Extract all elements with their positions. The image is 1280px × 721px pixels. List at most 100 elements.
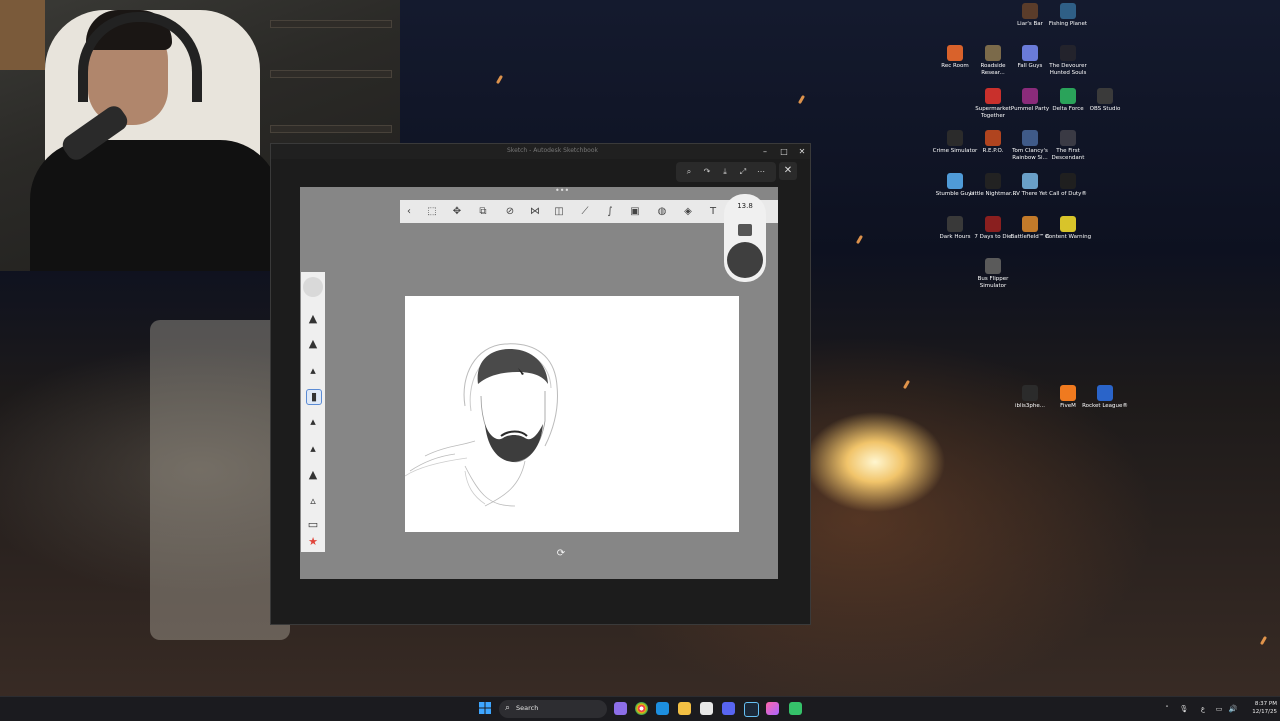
desktop-icon-label: The First Descendant [1051, 148, 1085, 161]
chisel-icon[interactable]: ▲ [306, 468, 320, 482]
airbrush-icon[interactable]: ▮ [306, 389, 322, 405]
network-icon[interactable]: ▭ [1214, 703, 1224, 715]
desktop-icon-label: Rocket League® [1082, 403, 1128, 409]
curve-icon[interactable]: ∫ [603, 205, 617, 219]
clock[interactable]: 8:37 PM 12/17/25 [1243, 700, 1277, 716]
window-titlebar[interactable]: Sketch - Autodesk Sketchbook – □ ✕ [271, 144, 810, 159]
toolbar-handle-icon[interactable]: ‹ [402, 205, 416, 219]
smudge-icon[interactable]: ▭ [306, 518, 320, 532]
wallpaper-vehicle [150, 320, 290, 640]
rec-room-icon [947, 45, 963, 61]
zoom-icon[interactable]: ⌕ [684, 166, 694, 178]
brush-preview-icon[interactable] [738, 224, 752, 236]
edge-icon[interactable] [656, 702, 669, 715]
drawing-canvas[interactable] [404, 296, 739, 532]
eraser-icon[interactable]: ▵ [306, 494, 320, 508]
desktop-icon-label: OBS Studio [1089, 106, 1121, 112]
language-icon[interactable]: ع [1198, 703, 1208, 715]
fall-guys-icon [1022, 45, 1038, 61]
sketchbook-taskbar-icon[interactable] [789, 702, 802, 715]
brush-icon[interactable]: ▴ [306, 364, 320, 378]
rainbow-six-icon [1022, 130, 1038, 146]
minimize-icon[interactable]: – [760, 147, 770, 157]
symmetry-icon[interactable]: ⊘ [503, 205, 517, 219]
more-icon[interactable]: ⋯ [756, 166, 766, 178]
desktop-icon-the-first-descendant[interactable]: The First Descendant [1044, 130, 1092, 162]
color-swatch[interactable] [727, 242, 763, 278]
crop-icon[interactable]: ⧉ [476, 205, 490, 219]
desktop-icon-rocket-league[interactable]: Rocket League® [1081, 385, 1129, 410]
guide-icon[interactable]: ◈ [681, 205, 695, 219]
fishing-planet-icon [1060, 3, 1076, 19]
volume-icon[interactable]: 🔊 [1228, 703, 1238, 715]
brush-puck[interactable]: 13.8 [724, 194, 766, 282]
desktop-icon-label: Content Warning [1044, 234, 1092, 240]
chevron-up-icon[interactable]: ˄ [1163, 703, 1171, 715]
pencil-icon[interactable]: ▲ [306, 312, 320, 326]
taskbar: ⌕ Search ˄ 🎙 ع ▭ 🔊 8:37 PM 12/17/25 [0, 696, 1280, 721]
fivem-icon [1060, 385, 1076, 401]
stumble-guys-icon [947, 173, 963, 189]
desktop-icon-the-devourer[interactable]: The Devourer Hunted Souls [1044, 45, 1092, 77]
image-icon[interactable]: ▣ [628, 205, 642, 219]
copilot-icon[interactable] [614, 702, 627, 715]
repo-icon [985, 130, 1001, 146]
delta-force-icon [1060, 88, 1076, 104]
current-brush-icon[interactable] [303, 277, 323, 297]
streamer-body [30, 140, 280, 271]
perspective-icon[interactable]: ◍ [655, 205, 669, 219]
desktop-icon-bus-flipper[interactable]: Bus Flipper Simulator [969, 258, 1017, 290]
microphone-icon[interactable]: 🎙 [1179, 703, 1189, 715]
wall-frame [0, 0, 45, 70]
desktop-icon-call-of-duty[interactable]: Call of Duty® [1044, 173, 1092, 198]
toolbar-grip-icon[interactable]: ••• [555, 187, 569, 195]
file-explorer-icon[interactable] [678, 702, 691, 715]
ruler-icon[interactable]: ⟋ [578, 205, 592, 219]
iblis3phe-icon [1022, 385, 1038, 401]
ink-icon[interactable]: ▴ [306, 442, 320, 456]
shelf [270, 20, 392, 28]
supermarket-together-icon [985, 88, 1001, 104]
brush-size-value: 13.8 [737, 202, 753, 210]
shelf [270, 125, 392, 133]
download-icon[interactable]: ⤓ [720, 166, 730, 178]
desktop-icon-obs-studio[interactable]: OBS Studio [1081, 88, 1129, 113]
search-placeholder: Search [516, 704, 539, 712]
maximize-icon[interactable]: □ [779, 147, 789, 157]
rv-there-yet-icon [1022, 173, 1038, 189]
steam-icon[interactable] [744, 702, 759, 717]
close-icon[interactable]: ✕ [779, 162, 797, 180]
transform-icon[interactable]: ✥ [450, 205, 464, 219]
desktop-icon-fishing-planet[interactable]: Fishing Planet [1044, 3, 1092, 28]
rocket-league-icon [1097, 385, 1113, 401]
floating-toolbar: ⌕ ↷ ⤓ ⤢ ⋯ [676, 162, 776, 182]
redo-icon[interactable]: ↷ [702, 166, 712, 178]
fullscreen-icon[interactable]: ⤢ [738, 166, 748, 178]
select-icon[interactable]: ⬚ [425, 205, 439, 219]
search-icon: ⌕ [505, 703, 511, 713]
lasso-icon[interactable]: ◫ [552, 205, 566, 219]
marker-icon[interactable]: ▲ [306, 337, 320, 351]
roadside-research-icon [985, 45, 1001, 61]
desktop-icon-label: Call of Duty® [1049, 191, 1087, 197]
calendar-icon[interactable] [700, 702, 713, 715]
window-close-icon[interactable]: ✕ [797, 147, 807, 157]
desktop-icon-label: The Devourer Hunted Souls [1049, 63, 1087, 76]
app-icon[interactable] [766, 702, 779, 715]
main-toolbar: ‹ ⬚ ✥ ⧉ ⊘ ⋈ ◫ ⟋ ∫ ▣ ◍ ◈ T [400, 200, 778, 223]
sync-icon[interactable]: ⟳ [555, 548, 567, 560]
discord-icon[interactable] [722, 702, 735, 715]
text-icon[interactable]: T [706, 205, 720, 219]
crime-simulator-icon [947, 130, 963, 146]
search-box[interactable]: ⌕ Search [499, 700, 607, 718]
desktop-icon-label: Bus Flipper Simulator [977, 276, 1009, 289]
distort-icon[interactable]: ⋈ [528, 205, 542, 219]
pen-icon[interactable]: ▴ [306, 415, 320, 429]
content-warning-icon [1060, 216, 1076, 232]
chrome-icon[interactable] [635, 702, 648, 715]
desktop-icon-content-warning[interactable]: Content Warning [1044, 216, 1092, 241]
clock-date: 12/17/25 [1252, 709, 1277, 715]
windows-start-icon[interactable] [479, 702, 491, 714]
battlefield-6-icon [1022, 216, 1038, 232]
favorite-star-icon[interactable]: ★ [306, 535, 320, 549]
